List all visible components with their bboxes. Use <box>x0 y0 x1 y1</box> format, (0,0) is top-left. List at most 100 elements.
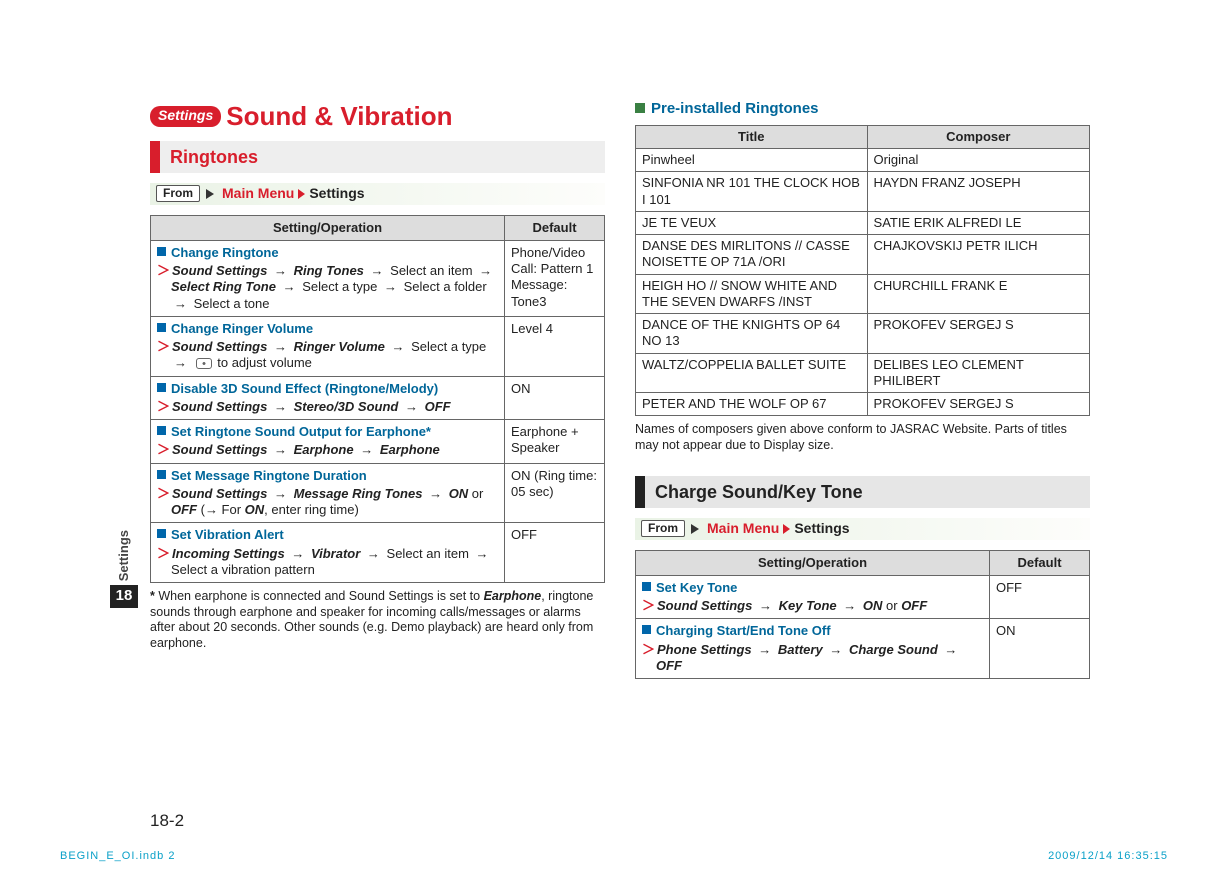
chevron-right-icon <box>691 524 699 534</box>
tone-composer: Original <box>867 149 1089 172</box>
imprint-right: 2009/12/14 16:35:15 <box>1048 850 1168 864</box>
tone-title: PETER AND THE WOLF OP 67 <box>636 393 868 416</box>
ringtones-subhead: Ringtones <box>150 141 605 174</box>
table-row: Change Ringer Volume Sound Settings → Ri… <box>151 316 605 376</box>
tone-title: WALTZ/COPPELIA BALLET SUITE <box>636 353 868 393</box>
triangle-right-icon <box>298 189 305 199</box>
setting-cell: Change Ringtone Sound Settings → Ring To… <box>151 240 505 316</box>
imprint-left: BEGIN_E_OI.indb 2 <box>60 850 175 864</box>
tone-title: DANCE OF THE KNIGHTS OP 64 NO 13 <box>636 314 868 354</box>
default-cell: OFF <box>505 523 605 583</box>
composer-table: Title Composer Pinwheel OriginalSINFONIA… <box>635 125 1090 417</box>
from-badge: From <box>156 185 200 202</box>
section-title: Sound & Vibration <box>226 100 452 133</box>
tone-composer: CHAJKOVSKIJ PETR ILICH <box>867 235 1089 275</box>
default-cell: Level 4 <box>505 316 605 376</box>
setting-title: Set Vibration Alert <box>157 527 498 543</box>
tone-composer: DELIBES LEO CLEMENT PHILIBERT <box>867 353 1089 393</box>
tone-title: JE TE VEUX <box>636 211 868 234</box>
setting-title: Charging Start/End Tone Off <box>642 623 983 639</box>
table-row: HEIGH HO // SNOW WHITE AND THE SEVEN DWA… <box>636 274 1090 314</box>
setting-procedure: Sound Settings → Ringer Volume → Select … <box>157 339 498 372</box>
setting-cell: Disable 3D Sound Effect (Ringtone/Melody… <box>151 376 505 420</box>
default-cell: Phone/Video Call: Pattern 1Message: Tone… <box>505 240 605 316</box>
table-row: JE TE VEUX SATIE ERIK ALFREDI LE <box>636 211 1090 234</box>
charge-sound-subhead: Charge Sound/Key Tone <box>635 476 1090 509</box>
breadcrumb-from-2: From Main Menu Settings <box>635 518 1090 540</box>
chevron-right-icon <box>206 189 214 199</box>
setting-procedure: Sound Settings → Message Ring Tones → ON… <box>157 486 498 519</box>
table-row: Charging Start/End Tone Off Phone Settin… <box>636 619 1090 679</box>
table-row: WALTZ/COPPELIA BALLET SUITE DELIBES LEO … <box>636 353 1090 393</box>
from-menu: Main Menu <box>707 520 779 538</box>
default-cell: OFF <box>990 575 1090 619</box>
from-tail: Settings <box>309 185 364 203</box>
default-cell: ON <box>505 376 605 420</box>
setting-cell: Set Vibration Alert Incoming Settings → … <box>151 523 505 583</box>
table-row: Change Ringtone Sound Settings → Ring To… <box>151 240 605 316</box>
setting-title: Disable 3D Sound Effect (Ringtone/Melody… <box>157 381 498 397</box>
setting-procedure: Sound Settings → Ring Tones → Select an … <box>157 263 498 312</box>
from-badge: From <box>641 520 685 537</box>
table-row: SINFONIA NR 101 THE CLOCK HOB I 101 HAYD… <box>636 172 1090 212</box>
col-default: Default <box>990 550 1090 575</box>
earphone-footnote: * When earphone is connected and Sound S… <box>150 589 605 652</box>
settings-chip: Settings <box>150 106 221 127</box>
tone-composer: HAYDN FRANZ JOSEPH <box>867 172 1089 212</box>
settings-table: Setting/Operation Default Change Rington… <box>150 215 605 584</box>
tone-title: Pinwheel <box>636 149 868 172</box>
table-row: DANSE DES MIRLITONS // CASSE NOISETTE OP… <box>636 235 1090 275</box>
from-menu: Main Menu <box>222 185 294 203</box>
setting-title: Change Ringtone <box>157 245 498 261</box>
section-heading: Settings Sound & Vibration <box>150 100 605 133</box>
footnote-mark: * <box>150 589 155 603</box>
tone-composer: SATIE ERIK ALFREDI LE <box>867 211 1089 234</box>
composer-note: Names of composers given above conform t… <box>635 422 1090 453</box>
setting-cell: Set Key Tone Sound Settings → Key Tone →… <box>636 575 990 619</box>
side-tab-number: 18 <box>110 585 138 608</box>
tone-composer: PROKOFEV SERGEJ S <box>867 393 1089 416</box>
table-row: DANCE OF THE KNIGHTS OP 64 NO 13 PROKOFE… <box>636 314 1090 354</box>
col-default: Default <box>505 215 605 240</box>
setting-procedure: Sound Settings → Earphone → Earphone <box>157 442 498 458</box>
tone-title: DANSE DES MIRLITONS // CASSE NOISETTE OP… <box>636 235 868 275</box>
triangle-right-icon <box>783 524 790 534</box>
setting-title: Set Key Tone <box>642 580 983 596</box>
table-row: Set Ringtone Sound Output for Earphone* … <box>151 420 605 464</box>
setting-procedure: Phone Settings → Battery → Charge Sound … <box>642 642 983 675</box>
setting-procedure: Incoming Settings → Vibrator → Select an… <box>157 546 498 579</box>
nav-key-icon <box>196 358 212 369</box>
side-tab: Settings 18 <box>112 530 136 608</box>
col-composer: Composer <box>867 125 1089 148</box>
table-row: Set Message Ringtone Duration Sound Sett… <box>151 463 605 523</box>
setting-cell: Charging Start/End Tone Off Phone Settin… <box>636 619 990 679</box>
table-row: PETER AND THE WOLF OP 67 PROKOFEV SERGEJ… <box>636 393 1090 416</box>
side-tab-label: Settings <box>116 530 132 581</box>
setting-procedure: Sound Settings → Key Tone → ON or OFF <box>642 598 983 614</box>
default-cell: ON (Ring time: 05 sec) <box>505 463 605 523</box>
tone-title: SINFONIA NR 101 THE CLOCK HOB I 101 <box>636 172 868 212</box>
setting-procedure: Sound Settings → Stereo/3D Sound → OFF <box>157 399 498 415</box>
table-row: Disable 3D Sound Effect (Ringtone/Melody… <box>151 376 605 420</box>
right-column: Pre-installed Ringtones Title Composer P… <box>635 100 1090 800</box>
settings-table-2: Setting/Operation Default Set Key Tone S… <box>635 550 1090 680</box>
tone-composer: PROKOFEV SERGEJ S <box>867 314 1089 354</box>
tone-composer: CHURCHILL FRANK E <box>867 274 1089 314</box>
col-setting: Setting/Operation <box>151 215 505 240</box>
setting-cell: Set Message Ringtone Duration Sound Sett… <box>151 463 505 523</box>
tone-title: HEIGH HO // SNOW WHITE AND THE SEVEN DWA… <box>636 274 868 314</box>
left-column: Settings Sound & Vibration Ringtones Fro… <box>150 100 605 800</box>
page-body: Settings Sound & Vibration Ringtones Fro… <box>150 100 1090 800</box>
table-row: Set Vibration Alert Incoming Settings → … <box>151 523 605 583</box>
footnote-text: When earphone is connected and Sound Set… <box>150 589 593 650</box>
default-cell: Earphone + Speaker <box>505 420 605 464</box>
from-tail: Settings <box>794 520 849 538</box>
col-setting: Setting/Operation <box>636 550 990 575</box>
table-row: Set Key Tone Sound Settings → Key Tone →… <box>636 575 1090 619</box>
setting-cell: Set Ringtone Sound Output for Earphone* … <box>151 420 505 464</box>
setting-title: Set Message Ringtone Duration <box>157 468 498 484</box>
default-cell: ON <box>990 619 1090 679</box>
page-number: 18-2 <box>150 810 184 831</box>
breadcrumb-from: From Main Menu Settings <box>150 183 605 205</box>
table-row: Pinwheel Original <box>636 149 1090 172</box>
